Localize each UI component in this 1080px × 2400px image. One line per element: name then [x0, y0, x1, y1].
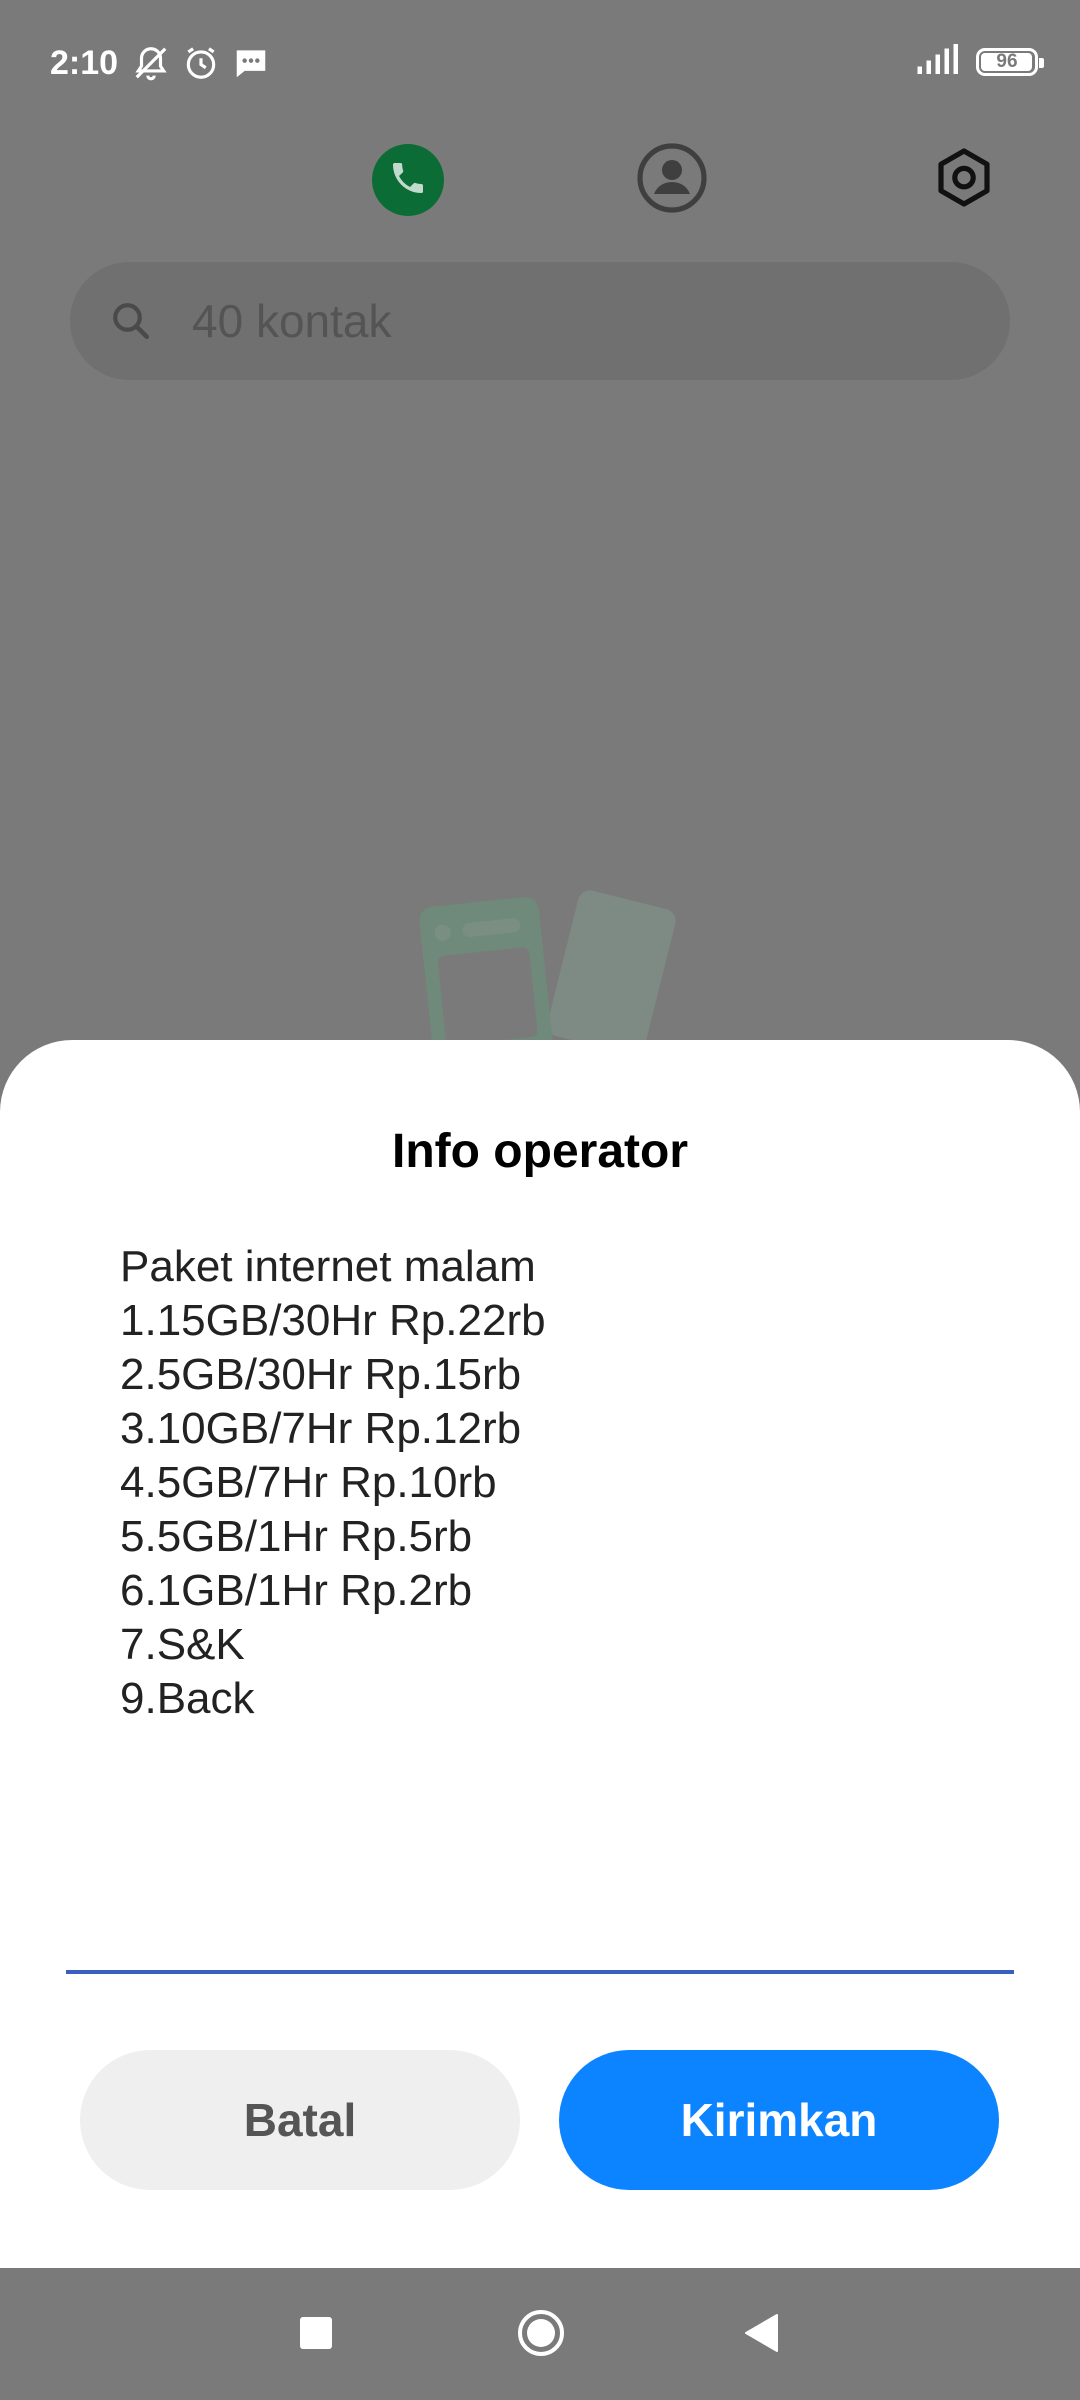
message-line: 3.10GB/7Hr Rp.12rb	[120, 1404, 522, 1453]
reply-input[interactable]	[66, 1894, 1014, 1974]
person-icon	[636, 142, 708, 219]
message-line: 7.S&K	[120, 1620, 245, 1669]
dialog-message: Paket internet malam 1.15GB/30Hr Rp.22rb…	[120, 1240, 980, 1726]
battery-level: 96	[996, 50, 1018, 72]
screen: 2:10 96 40 kontak Info operator Paket in…	[0, 0, 1080, 2400]
empty-state-illustration	[410, 880, 680, 1040]
recents-icon	[299, 2316, 333, 2355]
status-time: 2:10	[50, 44, 119, 82]
status-icons-right: 96	[916, 44, 1044, 79]
message-line: Paket internet malam	[120, 1242, 536, 1291]
message-line: 4.5GB/7Hr Rp.10rb	[120, 1458, 497, 1507]
home-icon	[516, 2308, 566, 2363]
alarm-icon	[182, 44, 220, 82]
signal-icon	[916, 44, 958, 79]
ussd-dialog: Info operator Paket internet malam 1.15G…	[0, 1040, 1080, 2268]
back-button[interactable]	[736, 2310, 786, 2360]
cancel-button[interactable]: Batal	[80, 2050, 520, 2190]
message-line: 5.5GB/1Hr Rp.5rb	[120, 1512, 473, 1561]
search-bar[interactable]: 40 kontak	[70, 262, 1010, 380]
status-bar: 2:10 96	[0, 0, 1080, 130]
recents-button[interactable]	[291, 2310, 341, 2360]
phone-icon	[388, 158, 428, 203]
send-button[interactable]: Kirimkan	[559, 2050, 999, 2190]
message-line: 6.1GB/1Hr Rp.2rb	[120, 1566, 473, 1615]
navigation-bar	[0, 2268, 1080, 2400]
search-text: 40 kontak	[192, 295, 392, 347]
home-button[interactable]	[516, 2308, 566, 2363]
message-line: 2.5GB/30Hr Rp.15rb	[120, 1350, 522, 1399]
search-icon	[110, 300, 152, 347]
notifications-muted-icon	[132, 44, 170, 82]
status-icons-left	[132, 44, 270, 82]
gear-icon	[936, 147, 992, 213]
message-line: 1.15GB/30Hr Rp.22rb	[120, 1296, 546, 1345]
battery-icon: 96	[976, 47, 1044, 76]
tab-dialer[interactable]	[372, 144, 444, 216]
message-icon	[232, 44, 270, 82]
dialog-title: Info operator	[392, 1125, 688, 1178]
tab-settings[interactable]	[928, 144, 1000, 216]
back-icon	[743, 2313, 779, 2358]
tab-contacts[interactable]	[636, 142, 708, 219]
message-line: 9.Back	[120, 1674, 255, 1723]
